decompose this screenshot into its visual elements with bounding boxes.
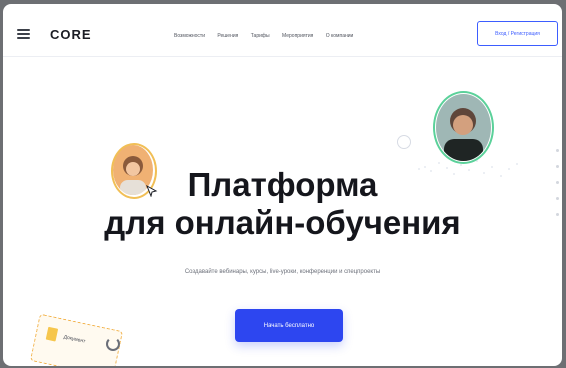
- nav-link-solutions[interactable]: Решения: [217, 33, 238, 39]
- nav-link-pricing[interactable]: Тарифы: [251, 33, 270, 39]
- hamburger-menu-icon[interactable]: [17, 29, 30, 39]
- nav-menu: Возможности Решения Тарифы Мероприятия О…: [174, 33, 364, 39]
- hero-title-line-1: Платформа: [187, 166, 378, 203]
- browser-page: CORE Возможности Решения Тарифы Мероприя…: [3, 4, 562, 366]
- login-register-button[interactable]: Вход / Регистрация: [477, 21, 558, 46]
- nav-link-events[interactable]: Мероприятия: [282, 33, 313, 39]
- side-scroll-dots: [556, 149, 559, 229]
- avatar-man-ring: [433, 91, 494, 164]
- loading-icon: [106, 337, 120, 351]
- document-icon: [45, 326, 59, 342]
- nav-link-about[interactable]: О компании: [326, 33, 354, 39]
- logo[interactable]: CORE: [50, 27, 92, 42]
- top-navigation: CORE Возможности Решения Тарифы Мероприя…: [3, 4, 562, 57]
- decorative-circle: [397, 135, 411, 149]
- hero-subtitle: Создавайте вебинары, курсы, live-уроки, …: [184, 269, 381, 275]
- hero-title-line-2: для онлайн-обучения: [104, 204, 461, 241]
- hero-title: Платформа для онлайн-обучения: [3, 166, 562, 242]
- start-free-button[interactable]: Начать бесплатно: [235, 309, 343, 342]
- nav-link-features[interactable]: Возможности: [174, 33, 205, 39]
- document-label: Документ: [62, 334, 86, 345]
